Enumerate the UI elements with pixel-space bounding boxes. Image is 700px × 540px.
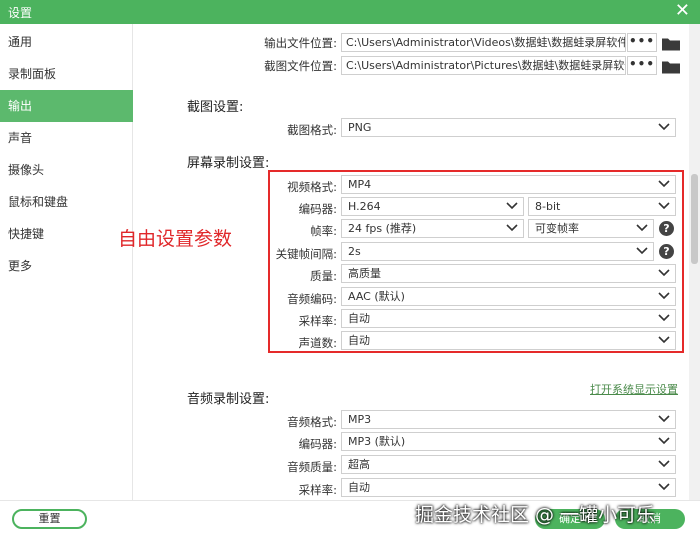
frame-rate-label: 帧率: — [310, 224, 337, 238]
sidebar-item-label: 更多 — [8, 259, 33, 273]
sample-rate-label: 采样率: — [298, 314, 337, 328]
sidebar-item-label: 快捷键 — [8, 227, 45, 241]
sidebar-item-label: 摄像头 — [8, 163, 45, 177]
audio-codec-value: AAC (默认) — [348, 290, 405, 303]
scrollbar-thumb[interactable] — [691, 174, 698, 264]
chevron-down-icon — [636, 247, 648, 255]
sidebar-item-output[interactable]: 输出 — [0, 90, 133, 122]
chevron-down-icon — [658, 202, 670, 210]
window-title: 设置 — [8, 6, 33, 20]
screenshot-settings-heading: 截图设置: — [187, 100, 244, 115]
watermark: 掘金技术社区 @ 一罐小可乐 — [415, 504, 656, 526]
keyframe-interval-value: 2s — [348, 245, 361, 258]
sidebar-item-label: 录制面板 — [8, 67, 57, 81]
screenshot-format-select[interactable]: PNG — [341, 118, 676, 137]
sidebar-item-label: 输出 — [8, 99, 33, 113]
channels-select[interactable]: 自动 — [341, 331, 676, 350]
sidebar-item-more[interactable]: 更多 — [0, 250, 133, 282]
screenshot-folder-icon[interactable] — [660, 57, 682, 76]
encoder-value: H.264 — [348, 200, 381, 213]
channels-value: 自动 — [348, 334, 370, 347]
chevron-down-icon — [506, 224, 518, 232]
audio-quality-value: 超高 — [348, 458, 370, 471]
keyframe-interval-select[interactable]: 2s — [341, 242, 654, 261]
screenshot-location-label: 截图文件位置: — [264, 59, 337, 73]
sidebar-item-label: 通用 — [8, 35, 33, 49]
close-icon[interactable]: ✕ — [675, 1, 690, 21]
frame-rate-select[interactable]: 24 fps (推荐) — [341, 219, 524, 238]
title-bar: 设置 ✕ — [0, 0, 700, 24]
chevron-down-icon — [658, 180, 670, 188]
screenshot-location-browse-button[interactable]: ••• — [627, 56, 657, 75]
chevron-down-icon — [506, 202, 518, 210]
quality-select[interactable]: 高质量 — [341, 264, 676, 283]
chevron-down-icon — [658, 437, 670, 445]
chevron-down-icon — [658, 415, 670, 423]
sidebar-item-general[interactable]: 通用 — [0, 26, 133, 58]
audio-sample-rate-select[interactable]: 自动 — [341, 478, 676, 497]
audio-encoder-value: MP3 (默认) — [348, 435, 406, 448]
sidebar: 通用 录制面板 输出 声音 摄像头 鼠标和键盘 快捷键 更多 — [0, 24, 133, 500]
sidebar-item-hotkeys[interactable]: 快捷键 — [0, 218, 133, 250]
frame-mode-select[interactable]: 可变帧率 — [528, 219, 654, 238]
audio-quality-select[interactable]: 超高 — [341, 455, 676, 474]
scrollbar[interactable] — [689, 24, 700, 500]
sample-rate-select[interactable]: 自动 — [341, 309, 676, 328]
audio-codec-label: 音频编码: — [287, 292, 337, 306]
system-display-settings-link[interactable]: 打开系统显示设置 — [590, 381, 678, 397]
chevron-down-icon — [658, 314, 670, 322]
chevron-down-icon — [658, 123, 670, 131]
keyframe-help-icon[interactable]: ? — [659, 244, 674, 259]
frame-rate-value: 24 fps (推荐) — [348, 222, 417, 235]
chevron-down-icon — [658, 336, 670, 344]
audio-format-select[interactable]: MP3 — [341, 410, 676, 429]
annotation-text: 自由设置参数 — [118, 228, 233, 250]
bit-depth-value: 8-bit — [535, 200, 561, 213]
audio-sample-rate-label: 采样率: — [298, 483, 337, 497]
encoder-label: 编码器: — [298, 202, 337, 216]
quality-label: 质量: — [310, 269, 337, 283]
audio-sample-rate-value: 自动 — [348, 481, 370, 494]
video-format-value: MP4 — [348, 178, 372, 191]
audio-codec-select[interactable]: AAC (默认) — [341, 287, 676, 306]
frame-mode-value: 可变帧率 — [535, 222, 579, 235]
sidebar-item-record-panel[interactable]: 录制面板 — [0, 58, 133, 90]
screenshot-location-field[interactable]: C:\Users\Administrator\Pictures\数据蛙\数据蛙录… — [341, 56, 626, 75]
screenshot-format-label: 截图格式: — [287, 123, 337, 137]
sidebar-item-label: 声音 — [8, 131, 33, 145]
output-location-field[interactable]: C:\Users\Administrator\Videos\数据蛙\数据蛙录屏软… — [341, 33, 626, 52]
sample-rate-value: 自动 — [348, 312, 370, 325]
audio-encoder-label: 编码器: — [298, 437, 337, 451]
video-format-select[interactable]: MP4 — [341, 175, 676, 194]
encoder-select[interactable]: H.264 — [341, 197, 524, 216]
settings-panel: 输出文件位置: C:\Users\Administrator\Videos\数据… — [133, 24, 689, 500]
audio-quality-label: 音频质量: — [287, 460, 337, 474]
video-format-label: 视频格式: — [287, 180, 337, 194]
audio-format-value: MP3 — [348, 413, 372, 426]
keyframe-interval-label: 关键帧间隔: — [275, 247, 337, 261]
channels-label: 声道数: — [298, 336, 337, 350]
audio-recording-heading: 音频录制设置: — [187, 392, 270, 407]
reset-button[interactable]: 重置 — [12, 509, 87, 529]
sidebar-item-camera[interactable]: 摄像头 — [0, 154, 133, 186]
sidebar-item-label: 鼠标和键盘 — [8, 195, 69, 209]
quality-value: 高质量 — [348, 267, 381, 280]
chevron-down-icon — [658, 460, 670, 468]
frame-rate-help-icon[interactable]: ? — [659, 221, 674, 236]
sidebar-item-sound[interactable]: 声音 — [0, 122, 133, 154]
bit-depth-select[interactable]: 8-bit — [528, 197, 676, 216]
screen-recording-heading: 屏幕录制设置: — [187, 156, 270, 171]
output-folder-icon[interactable] — [660, 34, 682, 53]
sidebar-item-mouse-keyboard[interactable]: 鼠标和键盘 — [0, 186, 133, 218]
audio-encoder-select[interactable]: MP3 (默认) — [341, 432, 676, 451]
output-location-label: 输出文件位置: — [264, 36, 337, 50]
chevron-down-icon — [658, 483, 670, 491]
chevron-down-icon — [658, 269, 670, 277]
audio-format-label: 音频格式: — [287, 415, 337, 429]
chevron-down-icon — [636, 224, 648, 232]
screenshot-format-value: PNG — [348, 121, 372, 134]
output-location-browse-button[interactable]: ••• — [627, 33, 657, 52]
chevron-down-icon — [658, 292, 670, 300]
